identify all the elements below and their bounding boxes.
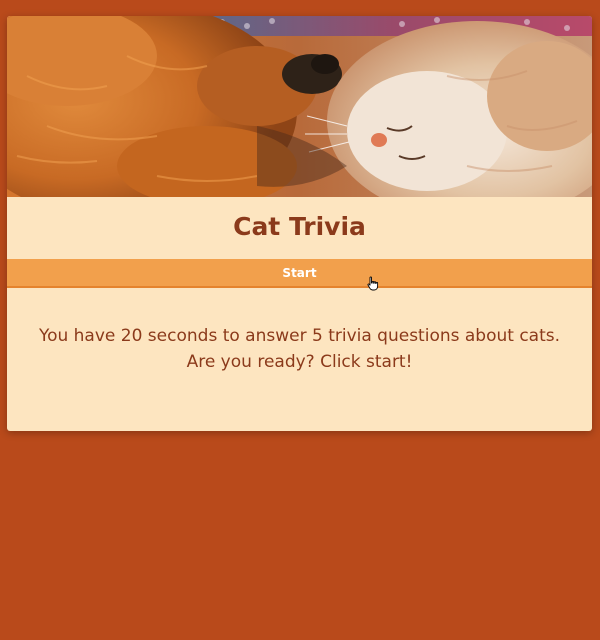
start-button[interactable]: Start [7,259,592,288]
instructions-text: You have 20 seconds to answer 5 trivia q… [38,326,561,372]
hand-pointer-icon [367,276,379,291]
hero-image [7,16,592,197]
trivia-card: Cat Trivia Start You have 20 seconds to … [7,16,592,431]
page-title: Cat Trivia [233,212,366,241]
